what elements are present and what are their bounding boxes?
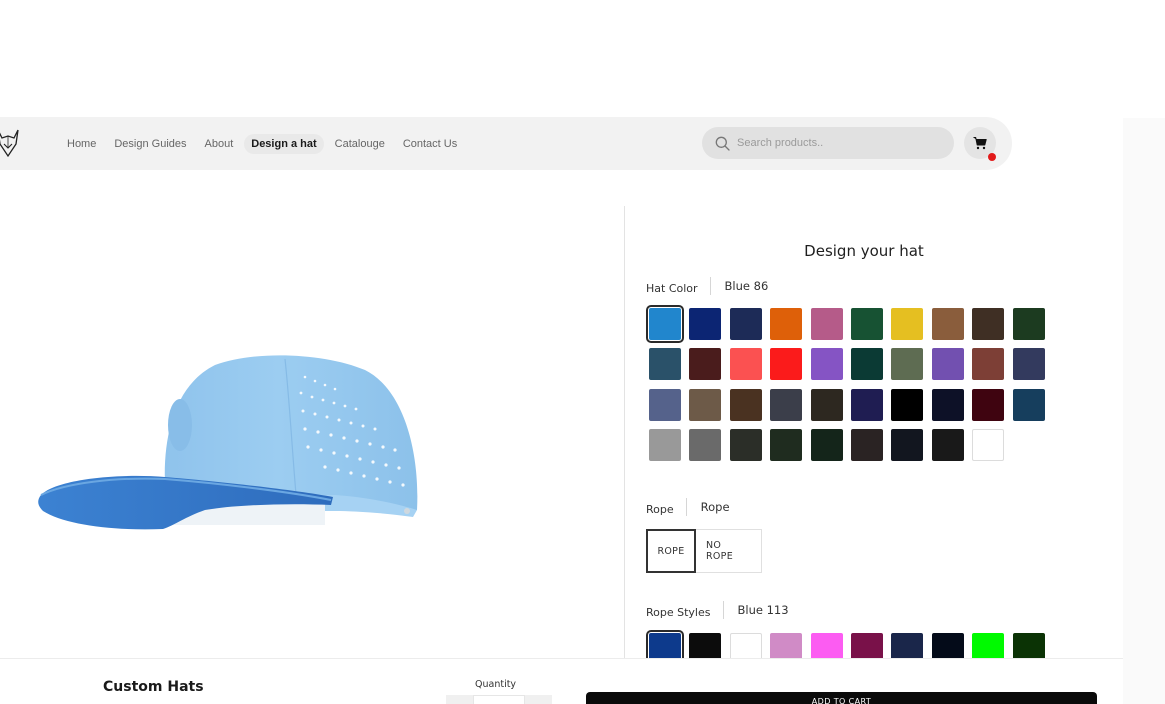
hat-color-label: Hat Color (646, 281, 698, 295)
quantity-increase-button[interactable] (525, 695, 552, 704)
hat-color-swatch[interactable] (770, 348, 803, 381)
add-to-cart-button[interactable]: ADD TO CART (586, 692, 1097, 704)
hat-color-swatch[interactable] (931, 308, 964, 340)
nav-link-design-a-hat[interactable]: Design a hat (244, 134, 324, 154)
rope-styles-row: Rope Styles Blue 113 (646, 601, 789, 619)
hat-color-swatch[interactable] (810, 388, 843, 421)
quantity-input[interactable] (473, 695, 525, 704)
quantity-label: Quantity (475, 679, 517, 690)
hat-color-swatch[interactable] (649, 388, 681, 421)
hat-color-swatch[interactable] (649, 348, 681, 381)
hat-color-value: Blue 86 (724, 279, 769, 293)
nav-links: Home Design Guides About Design a hat Ca… (60, 133, 468, 155)
hat-color-swatch[interactable] (649, 429, 681, 462)
hat-color-swatch[interactable] (850, 388, 883, 421)
divider (685, 498, 687, 516)
hat-color-swatches (646, 305, 1089, 470)
divider (722, 601, 724, 619)
hat-color-swatch[interactable] (770, 429, 803, 462)
hat-color-swatch[interactable] (972, 388, 1005, 421)
hat-color-swatch[interactable] (810, 348, 843, 381)
hat-color-swatch[interactable] (729, 429, 762, 462)
quantity-decrease-button[interactable] (446, 695, 473, 704)
panel-title: Design your hat (804, 242, 924, 260)
hat-color-swatch[interactable] (891, 348, 924, 381)
hat-color-swatch[interactable] (891, 308, 924, 340)
hat-color-swatch[interactable] (646, 305, 684, 343)
rope-label: Rope (646, 502, 674, 516)
hat-color-swatch[interactable] (931, 348, 964, 381)
hat-color-swatch[interactable] (689, 388, 722, 421)
right-edge-panel (1123, 118, 1165, 704)
hat-color-swatch[interactable] (850, 308, 883, 340)
hat-color-swatch[interactable] (972, 308, 1005, 340)
hat-color-swatch[interactable] (972, 429, 1005, 462)
hat-color-swatch[interactable] (810, 308, 843, 340)
navbar: Home Design Guides About Design a hat Ca… (0, 117, 1012, 170)
bottom-bar: Custom Hats Quantity ADD TO CART (0, 658, 1123, 704)
hat-color-swatch[interactable] (729, 388, 762, 421)
cart-icon (973, 137, 987, 150)
hat-color-swatch[interactable] (850, 348, 883, 381)
search-bar[interactable] (702, 127, 954, 159)
divider (709, 277, 711, 295)
rope-row: Rope Rope (646, 498, 730, 516)
cart-button[interactable] (964, 127, 996, 161)
hat-color-swatch[interactable] (770, 308, 803, 340)
panel-divider (624, 206, 625, 658)
hat-color-swatch[interactable] (1012, 308, 1045, 340)
rope-option-rope[interactable]: ROPE (646, 529, 696, 573)
rope-option-no-rope[interactable]: NO ROPE (696, 529, 762, 573)
hat-color-swatch[interactable] (891, 388, 924, 421)
nav-link-design-guides[interactable]: Design Guides (107, 134, 193, 154)
nav-link-about[interactable]: About (198, 134, 241, 154)
hat-color-swatch[interactable] (729, 308, 762, 340)
hat-color-swatch[interactable] (770, 388, 803, 421)
cart-notification-badge (988, 153, 996, 161)
nav-link-contact-us[interactable]: Contact Us (396, 134, 464, 154)
rope-styles-label: Rope Styles (646, 605, 711, 619)
hat-color-swatch[interactable] (1012, 388, 1045, 421)
search-input[interactable] (737, 134, 937, 152)
page: Home Design Guides About Design a hat Ca… (0, 0, 1165, 704)
hat-color-swatch[interactable] (1012, 348, 1045, 381)
hat-color-swatch[interactable] (729, 348, 762, 381)
hat-color-swatch[interactable] (689, 429, 722, 462)
hat-color-swatch[interactable] (972, 348, 1005, 381)
rope-options: ROPE NO ROPE (646, 529, 762, 573)
hat-color-swatch[interactable] (891, 429, 924, 462)
rope-value: Rope (700, 500, 730, 514)
hat-color-swatch[interactable] (931, 388, 964, 421)
fox-logo-icon[interactable] (0, 124, 22, 162)
hat-color-swatch[interactable] (689, 348, 722, 381)
rope-styles-value: Blue 113 (737, 603, 789, 617)
nav-link-catalouge[interactable]: Catalouge (328, 134, 392, 154)
product-name: Custom Hats (103, 679, 204, 695)
hat-preview-image (38, 355, 418, 530)
hat-color-swatch[interactable] (810, 429, 843, 462)
nav-link-home[interactable]: Home (60, 134, 103, 154)
search-icon (715, 136, 730, 151)
hat-color-row: Hat Color Blue 86 (646, 277, 768, 295)
hat-color-swatch[interactable] (689, 308, 722, 340)
hat-color-swatch[interactable] (850, 429, 883, 462)
hat-color-swatch[interactable] (931, 429, 964, 462)
